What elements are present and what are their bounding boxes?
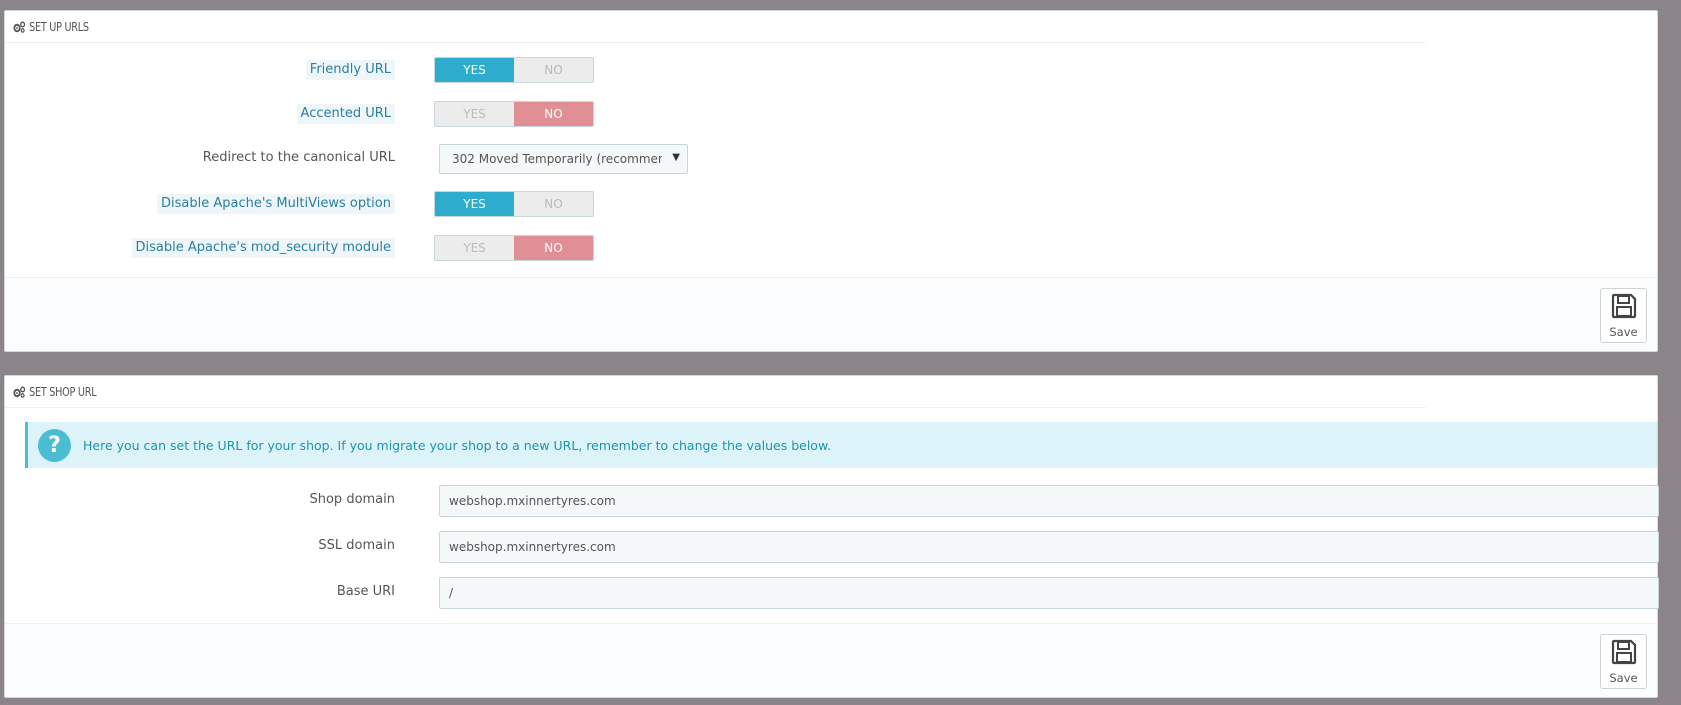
friendly-url-yes[interactable]: YES xyxy=(435,58,514,82)
canonical-select[interactable]: 302 Moved Temporarily (recommended) ▼ xyxy=(439,144,688,174)
floppy-disk-icon xyxy=(1611,293,1637,323)
info-alert: ? Here you can set the URL for your shop… xyxy=(25,422,1657,468)
panel-title: SET SHOP URL xyxy=(29,384,97,399)
gears-icon xyxy=(13,386,26,398)
friendly-url-row: Friendly URL YES NO xyxy=(5,57,1657,83)
save-button[interactable]: Save xyxy=(1600,634,1647,689)
multiviews-label[interactable]: Disable Apache's MultiViews option xyxy=(157,194,395,214)
ssl-domain-label: SSL domain xyxy=(318,538,395,553)
shop-domain-input[interactable]: webshop.mxinnertyres.com xyxy=(439,485,1659,517)
info-message: Here you can set the URL for your shop. … xyxy=(83,437,832,453)
panel-heading: SET SHOP URL xyxy=(5,376,1426,408)
mod-security-row: Disable Apache's mod_security module YES… xyxy=(5,235,1657,261)
ssl-domain-row: SSL domain webshop.mxinnertyres.com xyxy=(5,531,1659,563)
panel-footer: Save xyxy=(5,277,1657,351)
set-shop-url-panel: SET SHOP URL ? Here you can set the URL … xyxy=(4,375,1659,698)
panel-heading: SET UP URLS xyxy=(5,11,1426,43)
accented-url-label[interactable]: Accented URL xyxy=(296,104,395,124)
multiviews-row: Disable Apache's MultiViews option YES N… xyxy=(5,191,1657,217)
shop-domain-label: Shop domain xyxy=(309,492,395,507)
accented-url-switch[interactable]: YES NO xyxy=(434,101,594,127)
mod-security-switch[interactable]: YES NO xyxy=(434,235,594,261)
friendly-url-label[interactable]: Friendly URL xyxy=(305,60,395,80)
save-label: Save xyxy=(1609,670,1638,685)
base-uri-row: Base URI / xyxy=(5,577,1659,609)
mod-security-no[interactable]: NO xyxy=(514,236,593,260)
base-uri-input[interactable]: / xyxy=(439,577,1659,609)
question-icon: ? xyxy=(38,428,71,462)
canonical-label: Redirect to the canonical URL xyxy=(202,150,395,165)
canonical-selected-value: 302 Moved Temporarily (recommended) xyxy=(452,152,662,166)
multiviews-no[interactable]: NO xyxy=(514,192,593,216)
accented-url-row: Accented URL YES NO xyxy=(5,101,1657,127)
mod-security-yes[interactable]: YES xyxy=(435,236,514,260)
shop-domain-row: Shop domain webshop.mxinnertyres.com xyxy=(5,485,1659,517)
panel-footer: Save xyxy=(5,623,1657,697)
floppy-disk-icon xyxy=(1611,639,1637,669)
save-label: Save xyxy=(1609,324,1638,339)
multiviews-yes[interactable]: YES xyxy=(435,192,514,216)
caret-down-icon: ▼ xyxy=(672,152,680,163)
canonical-row: Redirect to the canonical URL 302 Moved … xyxy=(5,144,1657,174)
gears-icon xyxy=(13,21,26,33)
accented-url-no[interactable]: NO xyxy=(514,102,593,126)
setup-urls-panel: SET UP URLS Friendly URL YES NO Accented… xyxy=(4,10,1658,352)
panel-title: SET UP URLS xyxy=(29,19,89,34)
accented-url-yes[interactable]: YES xyxy=(435,102,514,126)
base-uri-label: Base URI xyxy=(336,584,395,599)
mod-security-label[interactable]: Disable Apache's mod_security module xyxy=(131,238,395,258)
friendly-url-no[interactable]: NO xyxy=(514,58,593,82)
save-button[interactable]: Save xyxy=(1600,288,1647,343)
multiviews-switch[interactable]: YES NO xyxy=(434,191,594,217)
ssl-domain-input[interactable]: webshop.mxinnertyres.com xyxy=(439,531,1659,563)
friendly-url-switch[interactable]: YES NO xyxy=(434,57,594,83)
